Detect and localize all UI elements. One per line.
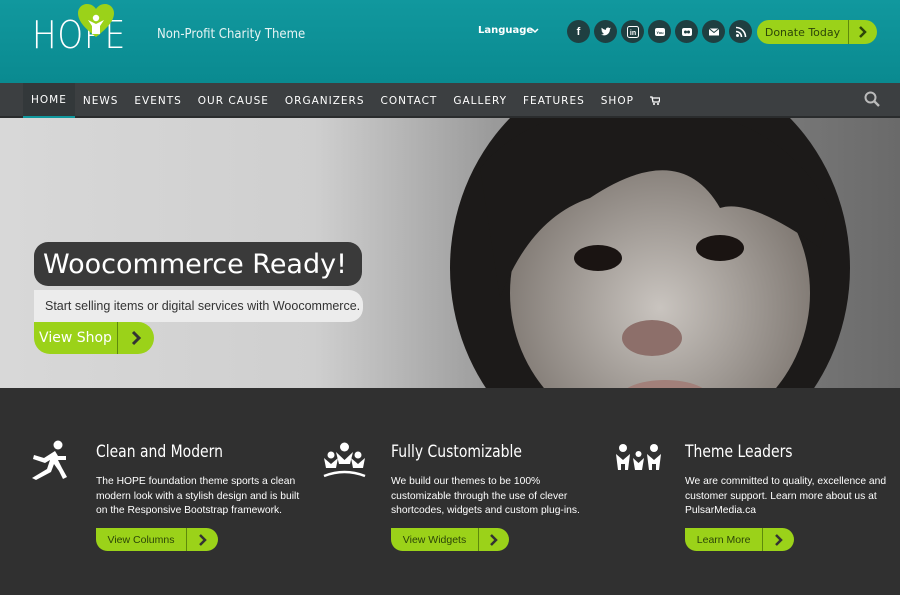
svg-text:in: in bbox=[629, 30, 635, 37]
tagline: Non-Profit Charity Theme bbox=[157, 27, 306, 42]
twitter-icon[interactable] bbox=[594, 20, 617, 43]
youtube-icon[interactable]: You bbox=[648, 20, 671, 43]
linkedin-icon[interactable]: in bbox=[621, 20, 644, 43]
chevron-down-icon[interactable] bbox=[530, 26, 540, 36]
slide-title: Woocommerce Ready! bbox=[34, 242, 362, 286]
nav-item-our-cause[interactable]: OUR CAUSE bbox=[190, 83, 277, 118]
nav-item-contact[interactable]: CONTACT bbox=[373, 83, 446, 118]
nav-item-features[interactable]: FEATURES bbox=[515, 83, 593, 118]
feature-title: Fully Customizable bbox=[391, 442, 522, 462]
feature-title: Clean and Modern bbox=[96, 442, 223, 462]
slide-subtitle: Start selling items or digital services … bbox=[34, 290, 363, 322]
learn-more-button[interactable]: Learn More bbox=[685, 528, 794, 551]
feature-text: We build our themes to be 100% customiza… bbox=[391, 476, 580, 516]
facebook-icon[interactable]: f bbox=[567, 20, 590, 43]
view-shop-button[interactable]: View Shop bbox=[34, 322, 154, 354]
nav-item-events[interactable]: EVENTS bbox=[126, 83, 189, 118]
chevron-right-icon bbox=[186, 528, 218, 551]
search-icon[interactable] bbox=[864, 91, 880, 107]
view-shop-label: View Shop bbox=[39, 330, 112, 346]
feature-button-label: View Widgets bbox=[402, 533, 467, 546]
chevron-right-icon bbox=[848, 20, 877, 44]
feature-title: Theme Leaders bbox=[685, 442, 793, 462]
feature-text: The HOPE foundation theme sports a clean… bbox=[96, 476, 300, 516]
email-icon[interactable] bbox=[702, 20, 725, 43]
rss-icon[interactable] bbox=[729, 20, 752, 43]
cart-icon[interactable] bbox=[642, 83, 668, 118]
features-section: Clean and Modern The HOPE foundation the… bbox=[0, 388, 900, 595]
nav-item-gallery[interactable]: GALLERY bbox=[445, 83, 515, 118]
child-portrait-image bbox=[450, 118, 850, 388]
nav-item-home[interactable]: HOME bbox=[23, 83, 75, 118]
donate-label: Donate Today bbox=[764, 25, 841, 39]
social-links: f in You bbox=[567, 20, 752, 43]
nav-item-organizers[interactable]: ORGANIZERS bbox=[277, 83, 373, 118]
site-header: HOPE Non-Profit Charity Theme Language f… bbox=[0, 0, 900, 83]
feature-button-label: Learn More bbox=[696, 533, 751, 546]
view-columns-button[interactable]: View Columns bbox=[96, 528, 218, 551]
nav-item-news[interactable]: NEWS bbox=[75, 83, 127, 118]
svg-text:You: You bbox=[656, 30, 664, 35]
main-nav: HOME NEWS EVENTS OUR CAUSE ORGANIZERS CO… bbox=[0, 83, 900, 118]
chevron-right-icon bbox=[762, 528, 794, 551]
feature-button-label: View Columns bbox=[107, 533, 175, 546]
nav-item-shop[interactable]: SHOP bbox=[593, 83, 642, 118]
family-icon bbox=[616, 444, 661, 470]
runner-icon bbox=[32, 440, 67, 480]
chevron-right-icon bbox=[478, 528, 509, 551]
heart-logo-icon bbox=[78, 4, 114, 37]
flickr-icon[interactable] bbox=[675, 20, 698, 43]
language-selector[interactable]: Language bbox=[478, 25, 533, 36]
view-widgets-button[interactable]: View Widgets bbox=[391, 528, 509, 551]
donate-button[interactable]: Donate Today bbox=[757, 20, 877, 44]
feature-text: We are committed to quality, excellence … bbox=[685, 476, 887, 516]
people-group-icon bbox=[323, 442, 366, 478]
chevron-right-icon bbox=[117, 322, 154, 354]
